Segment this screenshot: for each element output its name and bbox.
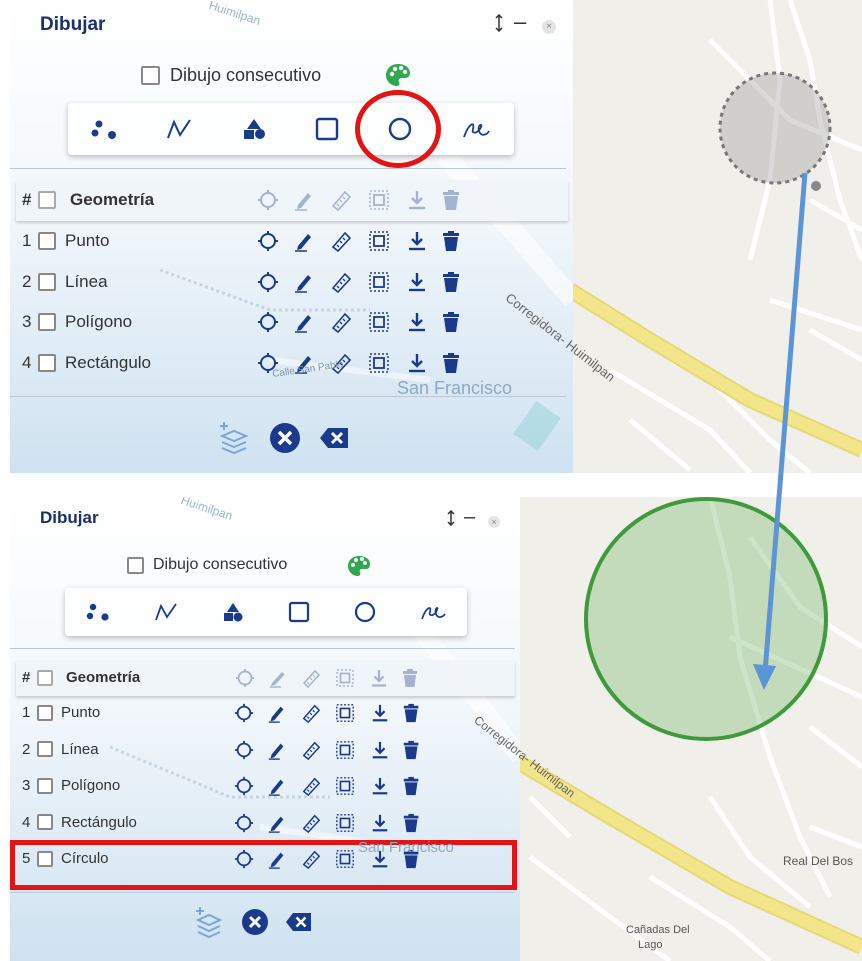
annotation-arrow: [753, 172, 808, 690]
